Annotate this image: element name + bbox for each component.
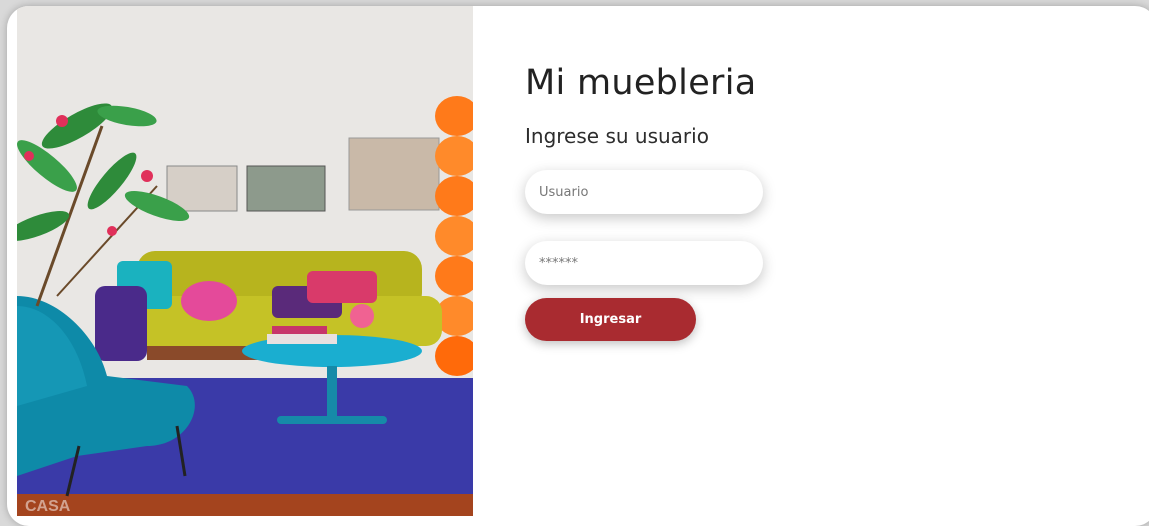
- living-room-photo: CASA: [17, 6, 473, 516]
- password-input[interactable]: [525, 241, 763, 285]
- login-subtitle: Ingrese su usuario: [525, 124, 709, 148]
- login-form: Mi muebleria Ingrese su usuario Ingresar: [525, 6, 1025, 516]
- watermark-text: CASA: [25, 498, 71, 515]
- login-button[interactable]: Ingresar: [525, 298, 696, 341]
- app-title: Mi muebleria: [525, 63, 757, 103]
- username-input[interactable]: [525, 170, 763, 214]
- login-card: CASA Mi muebleria Ingrese su usuario Ing…: [7, 6, 1149, 526]
